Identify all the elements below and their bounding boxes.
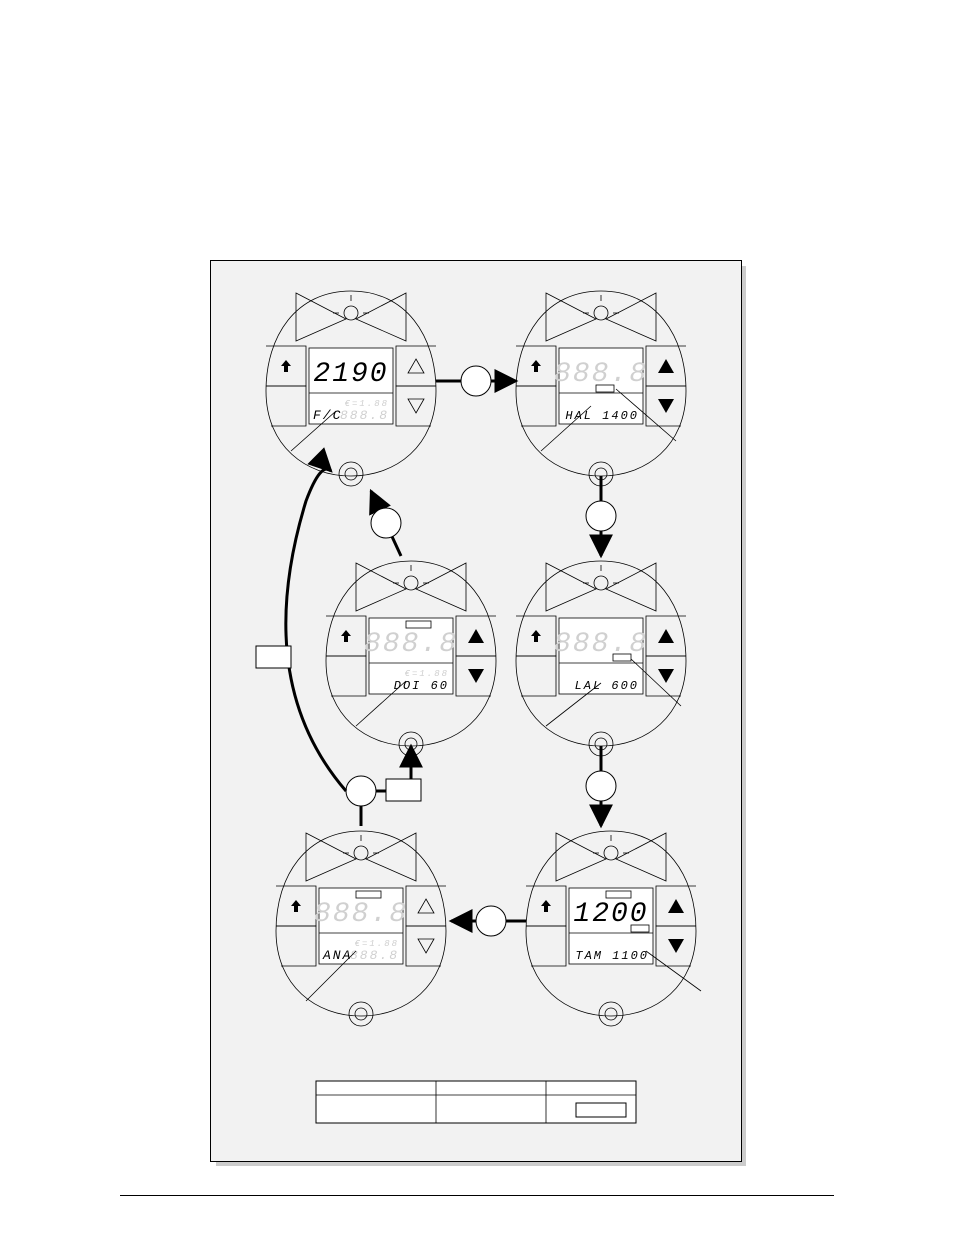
down-button[interactable] (668, 939, 684, 953)
shift-button[interactable] (291, 900, 301, 912)
lcd-main: 888.8 (554, 629, 648, 660)
shift-button[interactable] (341, 630, 351, 642)
up-button[interactable] (418, 899, 434, 913)
arrow-d6-d5 (451, 906, 526, 936)
diagram-frame: 2190 €=1.88 F/C 888.8 888.8 HAL 1400 (210, 260, 742, 1162)
down-button[interactable] (468, 669, 484, 683)
lcd-main: 888.8 (314, 899, 408, 930)
up-button[interactable] (468, 629, 484, 643)
lcd-sub: DOI 60 (394, 679, 449, 693)
lcd-sub: F/C (313, 408, 342, 423)
arrow-d1-d2 (436, 366, 516, 396)
arrow-d3-d1 (371, 491, 401, 556)
lcd-subdim: 888.8 (350, 948, 399, 963)
shift-button[interactable] (531, 630, 541, 642)
lcd-main: 2190 (313, 359, 388, 390)
device-6: 1200 TAM 1100 (526, 831, 701, 1026)
lcd-subdim: 888.8 (340, 408, 389, 423)
lcd-sub: TAM 1100 (575, 949, 649, 963)
device-3: 888.8 €=1.88 DOI 60 (326, 561, 496, 756)
lcd-sub: HAL 1400 (565, 409, 639, 423)
up-button[interactable] (658, 629, 674, 643)
down-button[interactable] (658, 669, 674, 683)
footer-rule (120, 1195, 834, 1196)
lcd-sub: LAL 600 (575, 679, 639, 693)
lcd-main: 888.8 (364, 629, 458, 660)
down-button[interactable] (418, 939, 434, 953)
shift-button[interactable] (281, 360, 291, 372)
lcd-eps: €=1.88 (405, 669, 449, 679)
up-button[interactable] (668, 899, 684, 913)
shift-button[interactable] (541, 900, 551, 912)
device-2: 888.8 HAL 1400 (516, 291, 686, 486)
shift-button[interactable] (531, 360, 541, 372)
arrow-d2-d4 (586, 476, 616, 556)
up-button[interactable] (408, 359, 424, 373)
device-1: 2190 €=1.88 F/C 888.8 (266, 291, 436, 486)
down-button[interactable] (658, 399, 674, 413)
up-button[interactable] (658, 359, 674, 373)
lcd-sub: ANA (322, 948, 352, 963)
legend-table (316, 1081, 636, 1123)
diagram-svg: 2190 €=1.88 F/C 888.8 888.8 HAL 1400 (211, 261, 741, 1161)
arrow-d4-d6 (586, 746, 616, 826)
device-4: 888.8 LAL 600 (516, 561, 686, 756)
down-button[interactable] (408, 399, 424, 413)
device-5: 888.8 €=1.88 ANA 888.8 (276, 831, 446, 1026)
